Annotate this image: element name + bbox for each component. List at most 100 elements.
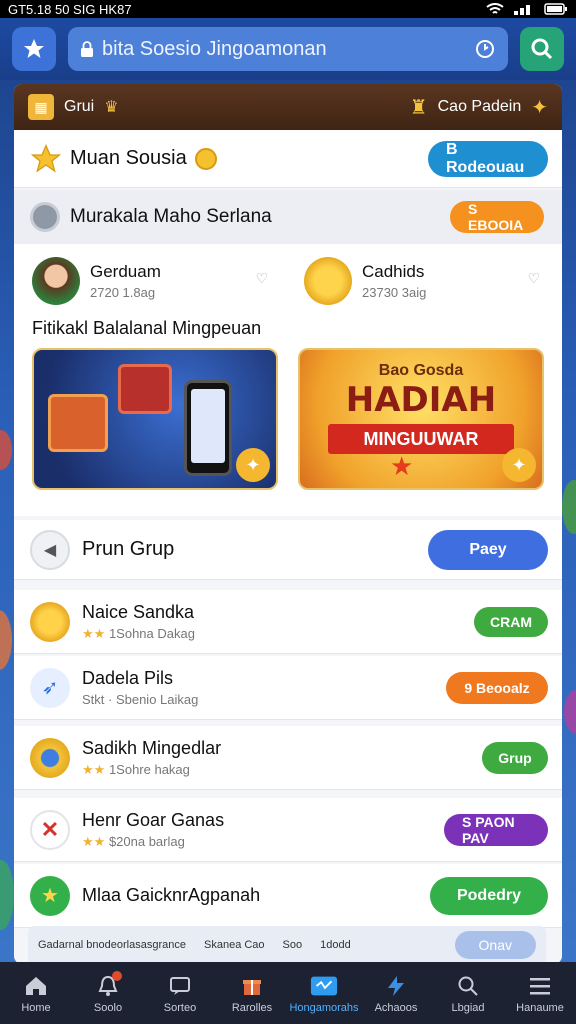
rocket-icon: ➶ — [30, 667, 70, 708]
signal-icon — [514, 5, 530, 15]
muan-button[interactable]: B Rodeouau — [428, 140, 548, 177]
heart-icon[interactable]: ♡ — [527, 270, 540, 287]
friend-card[interactable]: Gerduam 2720 1.8ag ♡ — [32, 252, 282, 310]
prun-row[interactable]: ◀ Prun Grup Paey — [14, 520, 562, 580]
promo-ribbon: MINGUUWAR — [328, 424, 514, 454]
list-item-title: Dadela Pils — [82, 668, 174, 688]
status-bar: GT5.18 50 SIG HK87 — [0, 0, 576, 18]
list-item[interactable]: ✕ Henr Goar Ganas ★★ $20na barlag S PAON… — [14, 798, 562, 862]
strip-button[interactable]: Onav — [454, 931, 536, 959]
strip-text-a: Gadarnal bnodeorlasasgrance — [38, 939, 186, 951]
tab-soolo[interactable]: Soolo — [72, 962, 144, 1024]
featured-section: Murakala Maho Serlana S EBOOIA Gerduam 2… — [14, 190, 562, 516]
list-item-button[interactable]: CRAM — [474, 606, 548, 637]
tab-sorteo[interactable]: Sorteo — [144, 962, 216, 1024]
list-item-subtitle: $20na barlag — [108, 833, 185, 849]
star-icon — [30, 143, 62, 173]
bolt-icon — [382, 973, 410, 999]
muan-row[interactable]: Muan Sousia B Rodeouau — [14, 130, 562, 188]
search-button[interactable] — [520, 27, 564, 71]
sparkle-icon: ✦ — [502, 448, 536, 482]
list-item-button[interactable]: Podedry — [430, 876, 548, 915]
star-icon: ★ — [390, 451, 414, 481]
background-ball — [0, 430, 12, 470]
avatar — [32, 257, 80, 305]
tab-lbgiad[interactable]: Lbgiad — [432, 962, 504, 1024]
background-ball — [0, 610, 12, 670]
bottom-tab-bar: Home Soolo Sorteo Rarolles Hongamorahs A… — [0, 962, 576, 1024]
refresh-icon[interactable] — [474, 38, 496, 60]
promo-big-title: HADIAH — [345, 380, 497, 420]
strip-text-d: 1dodd — [320, 939, 351, 951]
list-item-button[interactable]: 9 Beooalz — [446, 671, 548, 704]
friend-card[interactable]: Cadhids 23730 3aig ♡ — [304, 252, 554, 310]
section-button[interactable]: S EBOOIA — [450, 201, 544, 233]
panel-header-right-label[interactable]: Cao Padein — [438, 98, 522, 116]
tab-rarolles[interactable]: Rarolles — [216, 962, 288, 1024]
prun-title: Prun Grup — [82, 538, 175, 560]
promo-card-weekly-prize[interactable]: Bao Gosda HADIAH MINGUUWAR ★ ✦ — [298, 348, 544, 490]
tab-hongamorahs[interactable]: Hongamorahs — [288, 962, 360, 1024]
list-item-subtitle: 1Sohre hakag — [108, 761, 190, 777]
search-icon — [531, 38, 553, 60]
tab-achaoos[interactable]: Achaoos — [360, 962, 432, 1024]
promo-small-title: Bao Gosda — [378, 362, 464, 379]
heart-icon[interactable]: ♡ — [255, 270, 268, 287]
list-item[interactable]: ➶ Dadela Pils Stkt · Sbenio Laikag 9 Beo… — [14, 656, 562, 720]
panel-header: ▦ Grui ♛ ♜ Cao Padein ✦ — [14, 84, 562, 130]
gift-icon — [238, 973, 266, 999]
rating-icon: ★★ — [82, 625, 106, 641]
tab-label: Lbgiad — [451, 1001, 485, 1014]
gift-box-icon — [118, 364, 172, 414]
gift-box-icon — [48, 394, 108, 452]
lock-icon — [81, 41, 93, 57]
coin-icon — [194, 147, 217, 170]
favorite-button[interactable] — [12, 27, 56, 71]
tab-label: Achaoos — [374, 1001, 418, 1014]
menu-icon — [526, 973, 554, 999]
bottom-strip: Gadarnal bnodeorlasasgrance Skanea Cao S… — [28, 926, 546, 964]
rating-icon: ★★ — [82, 833, 106, 849]
group-badge-icon: ▦ — [28, 94, 54, 120]
search-field[interactable]: bita Soesio Jingoamonan — [68, 27, 508, 71]
search-input[interactable]: bita Soesio Jingoamonan — [102, 38, 466, 61]
tab-label: Sorteo — [163, 1001, 197, 1014]
list-item-subtitle: 1Sohna Dakag — [108, 625, 195, 641]
prun-button[interactable]: Paey — [428, 529, 548, 570]
muan-title: Muan Sousia — [70, 147, 187, 169]
close-icon: ✕ — [30, 809, 70, 850]
section-subtitle: Fitikakl Balalanal Mingpeuan — [32, 318, 262, 338]
list-item[interactable]: ★ Mlaa GaicknrAgpanah Podedry — [14, 864, 562, 928]
list-item-title: Sadikh Mingedlar — [82, 737, 222, 758]
bell-icon — [94, 970, 122, 999]
panel-header-left-label: Grui — [64, 98, 95, 115]
list-item-button[interactable]: Grup — [482, 741, 548, 774]
tab-label: Soolo — [93, 1001, 123, 1014]
friend-name: Cadhids — [362, 262, 425, 281]
sparkle-icon: ✦ — [531, 96, 548, 119]
shield-icon — [30, 202, 60, 232]
trophy-icon: ♜ — [409, 96, 428, 119]
coin-stack-icon — [30, 601, 70, 642]
chat-icon — [166, 973, 194, 999]
home-icon — [22, 973, 50, 999]
list-item-title: Henr Goar Ganas — [82, 809, 225, 830]
battery-icon — [544, 3, 567, 15]
list-item[interactable]: Naice Sandka ★★ 1Sohna Dakag CRAM — [14, 590, 562, 654]
main-panel: ▦ Grui ♛ ♜ Cao Padein ✦ Muan Sousia B Ro… — [14, 84, 562, 964]
background-ball — [0, 860, 14, 930]
friend-meta: 23730 3aig — [362, 285, 427, 300]
list-item-button[interactable]: S PAON PAV — [444, 813, 548, 846]
star-icon: ★ — [30, 875, 70, 916]
section-title: Murakala Maho Serlana — [70, 206, 272, 227]
list-item[interactable]: Sadikh Mingedlar ★★ 1Sohre hakag Grup — [14, 726, 562, 790]
tab-hanaume[interactable]: Hanaume — [504, 962, 576, 1024]
search-icon — [454, 973, 482, 999]
tab-label: Hanaume — [516, 1001, 564, 1014]
top-bar: bita Soesio Jingoamonan — [0, 18, 576, 80]
background-ball — [562, 480, 576, 534]
strip-text-b: Skanea Cao — [204, 939, 265, 951]
tab-home[interactable]: Home — [0, 962, 72, 1024]
promo-card-gifts[interactable]: ✦ — [32, 348, 278, 490]
star-icon — [24, 39, 44, 58]
